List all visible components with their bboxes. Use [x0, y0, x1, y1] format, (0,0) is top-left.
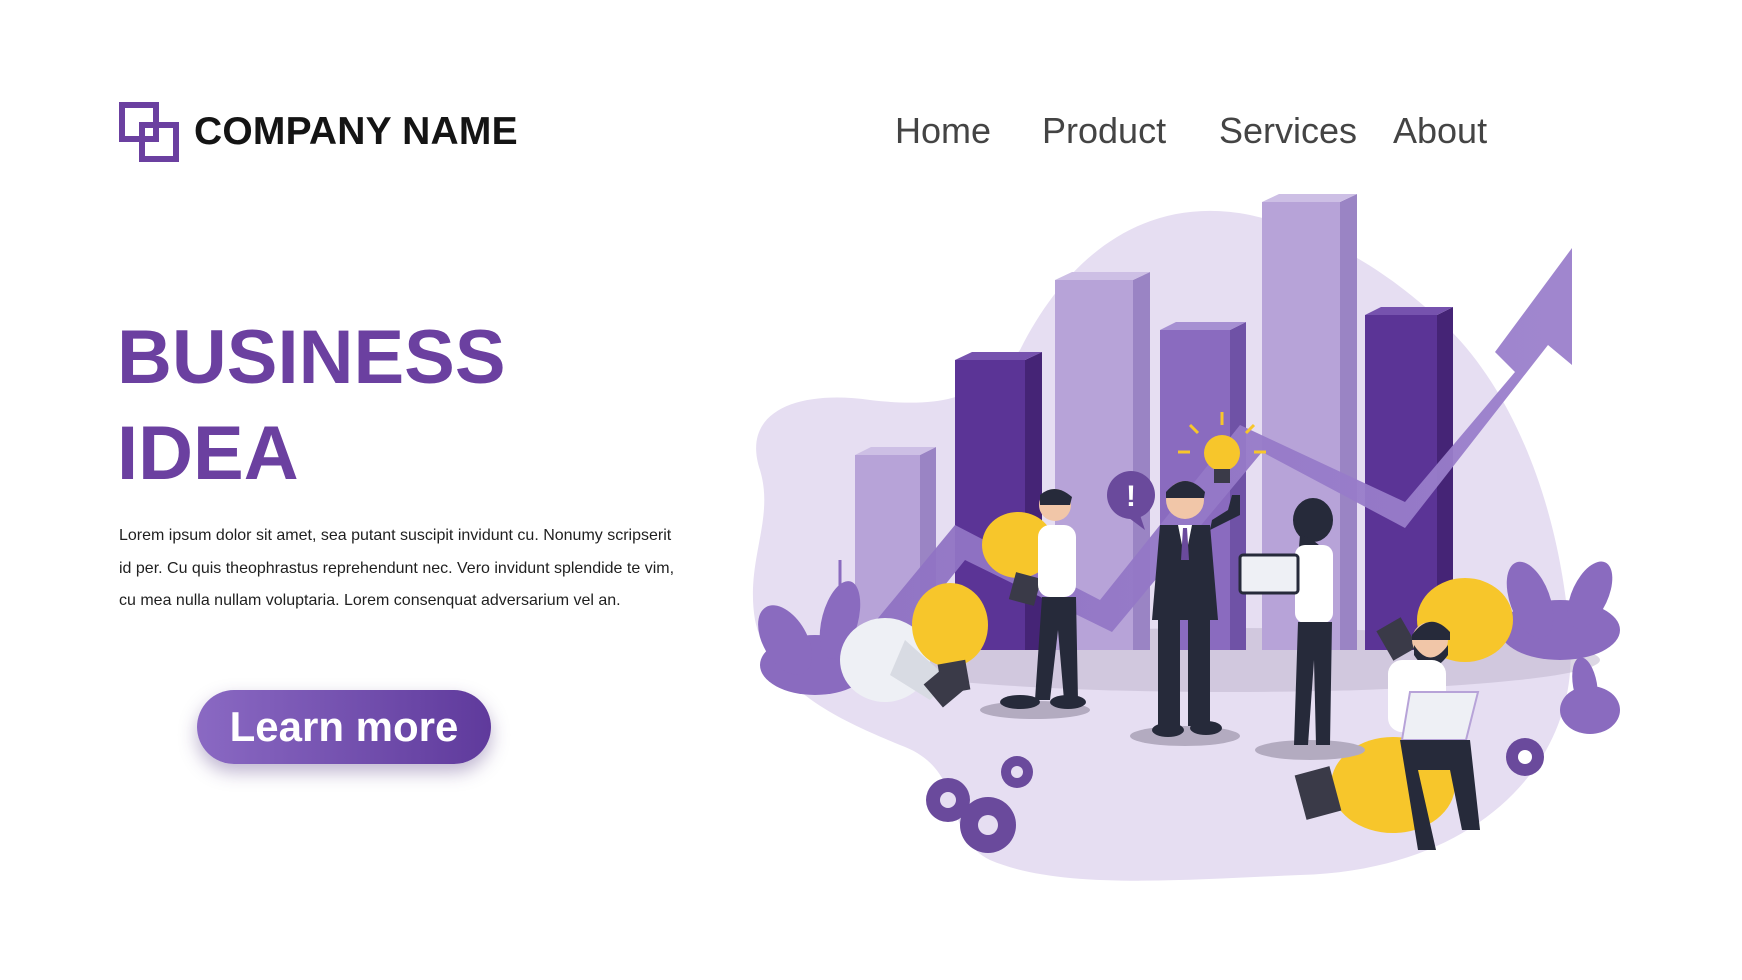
bar-3 — [1055, 272, 1150, 650]
nav-product[interactable]: Product — [1042, 104, 1166, 158]
right-plant — [1500, 561, 1620, 734]
bar-4 — [1160, 322, 1246, 650]
ground-shadow — [860, 628, 1600, 692]
yellow-lightbulb-right — [1376, 578, 1513, 662]
woman-with-laptop — [1238, 498, 1365, 760]
main-nav: Home Product Services About — [0, 104, 1742, 158]
carried-lightbulb — [982, 512, 1054, 606]
person-carrying-bulb — [980, 488, 1090, 719]
gear-icons — [926, 738, 1544, 853]
growth-arrow — [860, 248, 1572, 660]
nav-home[interactable]: Home — [895, 104, 991, 158]
nav-about[interactable]: About — [1393, 104, 1487, 158]
hero-description: Lorem ipsum dolor sit amet, sea putant s… — [119, 527, 675, 609]
bar-2 — [955, 352, 1042, 650]
hero-title-line1: BUSINESS — [117, 315, 506, 400]
white-lightbulb — [840, 618, 965, 708]
bar-5 — [1262, 194, 1357, 650]
hero-title: BUSINESS IDEA — [117, 310, 506, 502]
bar-6 — [1365, 307, 1453, 650]
lying-lightbulb — [1294, 737, 1455, 833]
hero-title-line2: IDEA — [117, 411, 299, 496]
background-blob — [752, 210, 1571, 881]
learn-more-button[interactable]: Learn more — [197, 690, 491, 764]
idea-lightbulb — [1178, 412, 1266, 483]
yellow-lightbulb-left — [912, 583, 988, 695]
nav-services[interactable]: Services — [1219, 104, 1357, 158]
exclamation-bubble: ! — [1107, 471, 1155, 530]
bar-1 — [855, 447, 936, 650]
man-sitting-with-laptop — [1388, 621, 1480, 850]
businessman — [1130, 481, 1240, 746]
left-plant — [758, 560, 870, 695]
exclamation-mark: ! — [1126, 480, 1136, 513]
